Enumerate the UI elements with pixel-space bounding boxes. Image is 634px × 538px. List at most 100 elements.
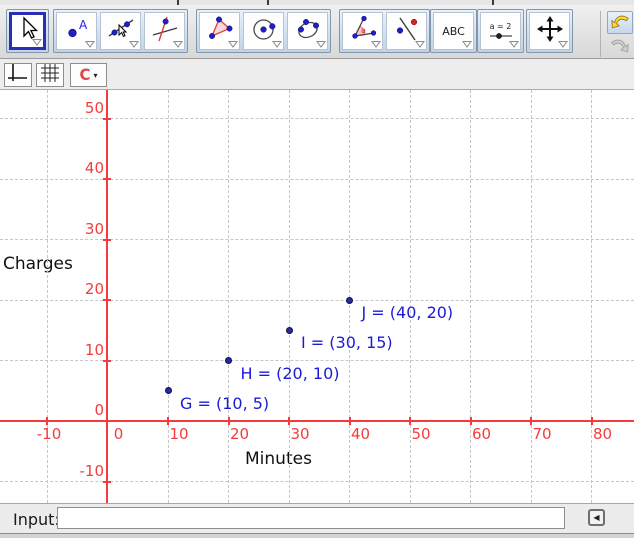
show-grid-button[interactable] [36,63,64,87]
y-axis-tick [103,299,111,301]
x-axis-tick-label: 80 [593,427,612,442]
circle-tool-button[interactable] [243,12,284,50]
axes-icon [6,62,30,88]
horizontal-gridline [0,481,634,482]
line-tool-button[interactable] [100,12,141,50]
x-axis-tick [470,417,472,425]
data-point[interactable] [225,357,232,364]
vertical-gridline [470,90,471,503]
x-axis-tick-label: 60 [472,427,491,442]
point-label: G = (10, 5) [180,395,269,413]
dropdown-arrow-icon[interactable] [415,41,425,48]
toolbar-panel-shapes [196,9,331,53]
angle-tool-button[interactable]: a [342,12,383,50]
show-axes-button[interactable] [4,63,32,87]
slider-icon: a = 2 [489,22,513,41]
dropdown-arrow-icon[interactable] [316,41,326,48]
text-tool-button[interactable]: ABC [433,12,474,50]
input-label: Input: [13,510,60,529]
point-capturing-button[interactable]: C ▾ [70,63,107,87]
x-axis-tick-label: 20 [230,427,249,442]
x-axis-tick [591,417,593,425]
command-input[interactable] [57,507,565,529]
vertical-gridline [410,90,411,503]
x-axis-tick-label: 40 [351,427,370,442]
dropdown-arrow-icon[interactable] [462,41,472,48]
x-axis-tick-label: 50 [411,427,430,442]
y-axis-tick-label: 30 [64,222,104,237]
point-label: H = (20, 10) [241,365,340,383]
x-axis-tick [349,417,351,425]
horizontal-gridline [0,360,634,361]
y-axis-tick [103,481,111,483]
conic-tool-button[interactable] [287,12,328,50]
dropdown-arrow-icon[interactable] [509,41,519,48]
svg-text:a: a [361,26,366,35]
svg-text:A: A [79,18,88,32]
graphics-stylebar: C ▾ [0,59,634,90]
chevron-down-icon: ▾ [94,71,98,80]
horizontal-gridline [0,179,634,180]
dropdown-arrow-icon[interactable] [272,41,282,48]
dropdown-arrow-icon[interactable] [32,39,42,46]
horizontal-gridline [0,300,634,301]
x-axis-tick [167,417,169,425]
redo-button[interactable] [607,35,633,58]
data-point[interactable] [286,327,293,334]
slider-tool-button[interactable]: a = 2 [480,12,521,50]
dropdown-arrow-icon[interactable] [228,41,238,48]
x-axis-tick [530,417,532,425]
x-axis [0,420,634,422]
data-point[interactable] [346,297,353,304]
point-tool-button[interactable]: A [56,12,97,50]
x-axis-tick-label: 30 [290,427,309,442]
x-axis-title: Minutes [245,449,312,469]
dropdown-arrow-icon[interactable] [129,41,139,48]
move-view-tool-button[interactable] [529,12,570,50]
toolbar-panel-measure-transform: a [339,9,430,53]
input-help-button[interactable]: ◀ [588,509,605,526]
vertical-gridline [531,90,532,503]
dropdown-arrow-icon[interactable] [371,41,381,48]
x-axis-tick-label: 10 [169,427,188,442]
vertical-gridline [168,90,169,503]
toolbar-panel-points-lines: A [53,9,188,53]
redo-arrow-icon [610,36,630,58]
vertical-gridline [228,90,229,503]
y-axis-tick [103,118,111,120]
magnet-icon: C [79,67,90,83]
y-axis-tick-label: 40 [64,161,104,176]
graphics-view[interactable]: Charges Minutes -1001020304050607080-100… [0,90,634,503]
x-axis-tick-label: -10 [37,427,62,442]
vertical-gridline [591,90,592,503]
y-axis [106,90,108,503]
y-axis-title: Charges [3,254,73,274]
toolbar-panel-text: ABC [430,9,477,53]
x-axis-tick-label: 0 [114,427,124,442]
reflect-tool-button[interactable] [386,12,427,50]
y-axis-tick-label: 0 [64,403,104,418]
dropdown-arrow-icon[interactable] [173,41,183,48]
vertical-gridline [289,90,290,503]
grid-icon [39,62,61,88]
y-axis-tick-label: -10 [64,464,104,479]
toolbar-panel-move [6,9,49,53]
point-label: J = (40, 20) [362,304,454,322]
dropdown-arrow-icon[interactable] [558,41,568,48]
toolbar-separator [600,11,601,57]
y-axis-tick [103,360,111,362]
perpendicular-line-tool-button[interactable] [144,12,185,50]
move-tool-button[interactable] [9,12,46,50]
undo-button[interactable] [607,11,633,34]
horizontal-gridline [0,239,634,240]
x-axis-tick-label: 70 [532,427,551,442]
left-triangle-icon: ◀ [593,514,599,522]
dropdown-arrow-icon[interactable] [85,41,95,48]
y-axis-tick-label: 50 [64,101,104,116]
x-axis-tick [228,417,230,425]
horizontal-gridline [0,118,634,119]
toolbar-panel-move-view [526,9,573,53]
y-axis-tick [103,178,111,180]
polygon-tool-button[interactable] [199,12,240,50]
data-point[interactable] [165,387,172,394]
